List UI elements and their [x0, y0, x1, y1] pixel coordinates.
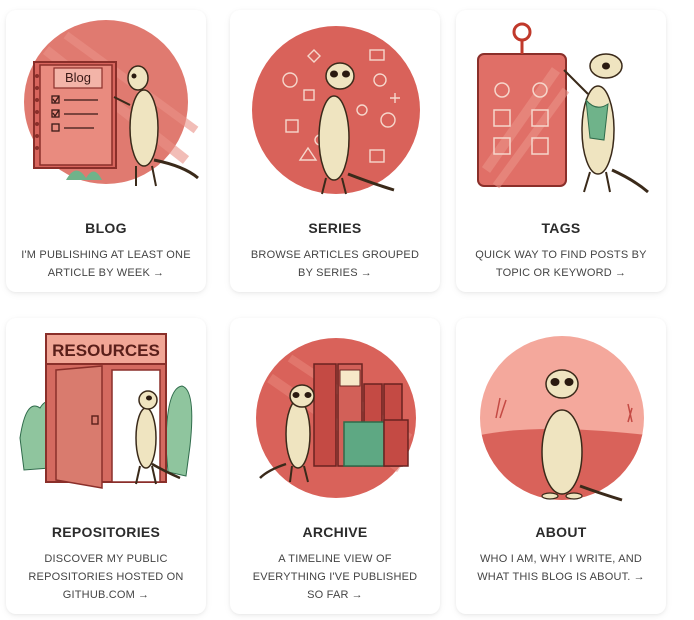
card-title: SERIES	[308, 220, 362, 236]
arrow-right-icon: →	[138, 589, 150, 601]
arrow-right-icon: →	[153, 267, 165, 279]
blog-illustration: Blog	[24, 20, 199, 187]
card-archive[interactable]: ARCHIVE A TIMELINE VIEW OF EVERYTHING I'…	[230, 318, 440, 614]
card-title: TAGS	[541, 220, 581, 236]
archive-illustration	[256, 338, 416, 498]
card-tags[interactable]: TAGS QUICK WAY TO FIND POSTS BY TOPIC OR…	[456, 10, 666, 292]
card-about[interactable]: ABOUT WHO I AM, WHY I WRITE, AND WHAT TH…	[456, 318, 666, 614]
arrow-right-icon: →	[614, 267, 627, 279]
card-series[interactable]: SERIES BROWSE ARTICLES GROUPED BY SERIES…	[230, 10, 440, 292]
card-title: ARCHIVE	[302, 524, 368, 540]
about-illustration	[480, 336, 644, 502]
tags-illustration	[477, 22, 649, 194]
repositories-illustration: RESOURCES	[19, 333, 193, 489]
card-grid: Blog BLOG I'M PUBLISHING AT LEAST ONE AR…	[0, 0, 694, 620]
card-description: DISCOVER MY PUBLIC REPOSITORIES HOSTED O…	[28, 553, 184, 601]
arrow-right-icon: →	[633, 571, 645, 583]
card-repositories[interactable]: RESOURCES REPOSITORIES DISCOVER MY PUBLI…	[6, 318, 206, 614]
card-description: I'M PUBLISHING AT LEAST ONE ARTICLE BY W…	[21, 249, 191, 279]
card-title: REPOSITORIES	[51, 524, 161, 540]
resources-sign-text: RESOURCES	[52, 341, 160, 360]
card-description: WHO I AM, WHY I WRITE, AND WHAT THIS BLO…	[477, 553, 645, 583]
blog-sign-text: Blog	[65, 70, 91, 85]
card-blog[interactable]: Blog BLOG I'M PUBLISHING AT LEAST ONE AR…	[6, 10, 206, 292]
arrow-right-icon: →	[351, 589, 363, 601]
card-description: A TIMELINE VIEW OF EVERYTHING I'VE PUBLI…	[252, 553, 418, 601]
arrow-right-icon: →	[360, 267, 372, 279]
card-description: QUICK WAY TO FIND POSTS BY TOPIC OR KEYW…	[475, 249, 647, 279]
series-illustration	[252, 26, 420, 195]
card-title: ABOUT	[535, 524, 587, 540]
card-title: BLOG	[85, 220, 127, 236]
card-description: BROWSE ARTICLES GROUPED BY SERIES →	[250, 249, 420, 279]
